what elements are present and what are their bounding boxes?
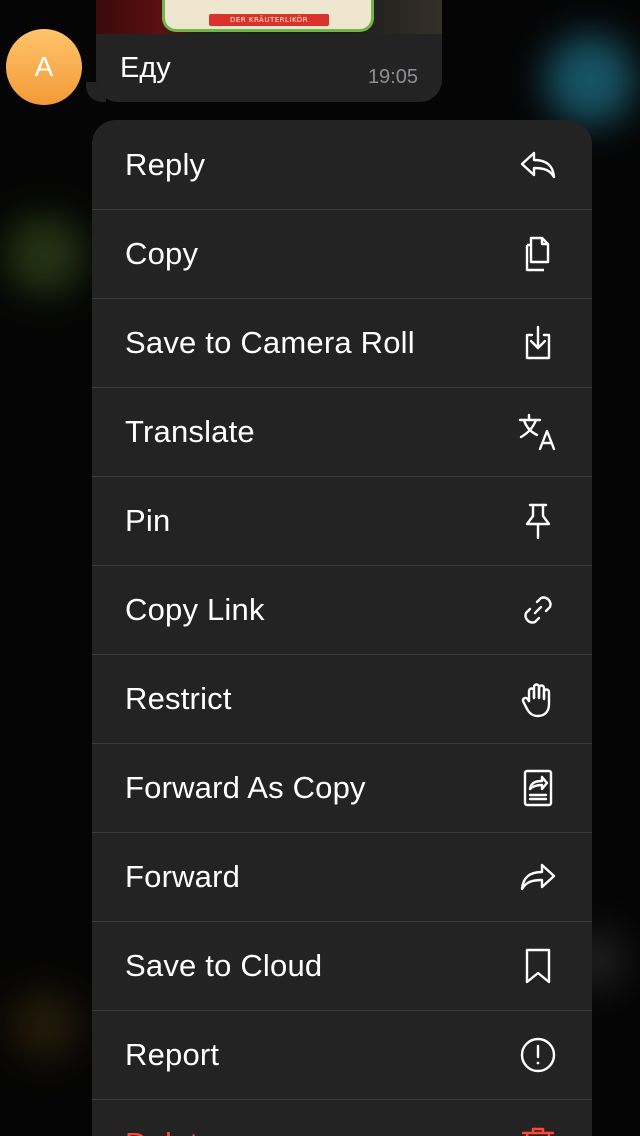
menu-item-reply[interactable]: Reply — [92, 120, 592, 209]
message-time: 19:05 — [367, 66, 418, 88]
bottle-label: DER KRÄUTERLIKÖR — [162, 0, 374, 32]
menu-item-forward-as-copy[interactable]: Forward As Copy — [92, 743, 592, 832]
menu-item-label: Reply — [125, 146, 206, 182]
background-blur — [10, 990, 80, 1060]
menu-item-label: Forward As Copy — [125, 770, 366, 805]
hand-icon — [518, 679, 558, 719]
report-icon — [518, 1035, 558, 1075]
pin-icon — [518, 501, 558, 541]
menu-item-report[interactable]: Report — [92, 1010, 592, 1099]
menu-item-pin[interactable]: Pin — [92, 476, 592, 565]
menu-item-delete[interactable]: Delete — [92, 1099, 592, 1136]
link-icon — [518, 590, 558, 630]
menu-item-forward[interactable]: Forward — [92, 832, 592, 921]
avatar[interactable]: A — [6, 29, 82, 105]
avatar-letter: A — [34, 51, 54, 82]
menu-item-label: Pin — [125, 503, 171, 538]
forward-icon — [518, 857, 558, 897]
menu-item-label: Copy — [125, 236, 199, 271]
menu-item-copy[interactable]: Copy — [92, 209, 592, 298]
menu-item-label: Report — [125, 1037, 220, 1072]
menu-item-save-to-cloud[interactable]: Save to Cloud — [92, 921, 592, 1010]
chat-screen: A DER KRÄUTERLIKÖR Еду 19:05 Reply Copy — [0, 0, 640, 1136]
menu-item-translate[interactable]: Translate — [92, 387, 592, 476]
translate-icon — [518, 412, 558, 452]
menu-item-label: Forward — [125, 859, 241, 894]
menu-item-label: Translate — [125, 414, 255, 449]
message-photo[interactable]: DER KRÄUTERLIKÖR — [96, 0, 442, 34]
menu-item-save-to-camera-roll[interactable]: Save to Camera Roll — [92, 298, 592, 387]
menu-item-copy-link[interactable]: Copy Link — [92, 565, 592, 654]
message-text: Еду — [120, 52, 171, 84]
message-bubble[interactable]: DER KRÄUTERLIKÖR Еду 19:05 — [96, 0, 442, 102]
menu-item-label: Delete — [125, 1126, 216, 1136]
context-menu: Reply Copy Save to Camera Roll Translate… — [92, 120, 592, 1136]
trash-icon — [518, 1124, 558, 1136]
menu-item-label: Restrict — [125, 681, 232, 716]
bookmark-icon — [518, 946, 558, 986]
menu-item-label: Save to Camera Roll — [125, 325, 415, 360]
background-blur — [545, 35, 635, 125]
menu-item-label: Copy Link — [125, 592, 265, 627]
menu-item-label: Save to Cloud — [125, 948, 323, 983]
forward-as-copy-icon — [518, 768, 558, 808]
bottle-label-text: DER KRÄUTERLIKÖR — [209, 14, 329, 26]
background-blur — [5, 215, 85, 295]
save-download-icon — [518, 323, 558, 363]
menu-item-restrict[interactable]: Restrict — [92, 654, 592, 743]
copy-icon — [518, 234, 558, 274]
reply-icon — [518, 145, 558, 185]
